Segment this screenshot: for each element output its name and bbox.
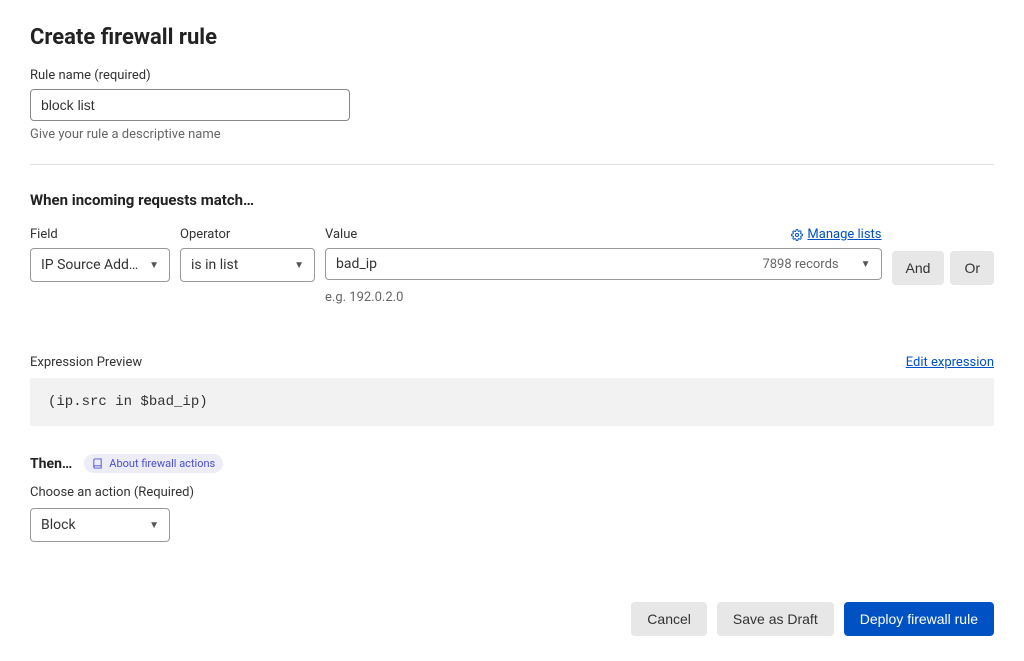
choose-action-label: Choose an action (Required) <box>30 485 994 500</box>
field-select-value: IP Source Address <box>41 257 141 273</box>
field-select[interactable]: IP Source Address ▼ <box>30 248 170 282</box>
action-select-value: Block <box>41 517 76 533</box>
field-label: Field <box>30 227 170 242</box>
then-label: Then… <box>30 456 72 472</box>
action-select[interactable]: Block ▼ <box>30 508 170 542</box>
manage-lists-link[interactable]: Manage lists <box>791 227 881 242</box>
section-divider <box>30 164 994 165</box>
rule-name-helper: Give your rule a descriptive name <box>30 127 994 142</box>
operator-select[interactable]: is in list ▼ <box>180 248 315 282</box>
value-select-name: bad_ip <box>336 256 377 272</box>
edit-expression-link[interactable]: Edit expression <box>906 355 994 370</box>
match-heading: When incoming requests match… <box>30 191 994 209</box>
expression-preview-label: Expression Preview <box>30 355 142 370</box>
book-icon <box>92 458 103 469</box>
about-firewall-actions-link[interactable]: About firewall actions <box>84 454 223 473</box>
operator-select-value: is in list <box>191 257 238 273</box>
or-button[interactable]: Or <box>950 251 994 285</box>
caret-down-icon: ▼ <box>149 260 159 271</box>
value-label: Value <box>325 227 357 242</box>
caret-down-icon: ▼ <box>294 260 304 271</box>
manage-lists-label: Manage lists <box>807 227 881 242</box>
value-records-count: 7898 records <box>762 257 838 272</box>
cancel-button[interactable]: Cancel <box>631 602 707 636</box>
rule-name-label: Rule name (required) <box>30 68 994 83</box>
page-title: Create firewall rule <box>30 25 994 50</box>
caret-down-icon: ▼ <box>861 259 871 270</box>
caret-down-icon: ▼ <box>149 520 159 531</box>
deploy-button[interactable]: Deploy firewall rule <box>844 602 994 636</box>
about-firewall-actions-label: About firewall actions <box>109 457 215 470</box>
gear-icon <box>791 229 803 241</box>
rule-name-input[interactable] <box>30 89 350 121</box>
expression-preview: (ip.src in $bad_ip) <box>30 378 994 426</box>
operator-label: Operator <box>180 227 315 242</box>
and-button[interactable]: And <box>892 251 945 285</box>
save-draft-button[interactable]: Save as Draft <box>717 602 834 636</box>
value-example: e.g. 192.0.2.0 <box>325 290 882 305</box>
value-select[interactable]: bad_ip 7898 records ▼ <box>325 248 882 280</box>
